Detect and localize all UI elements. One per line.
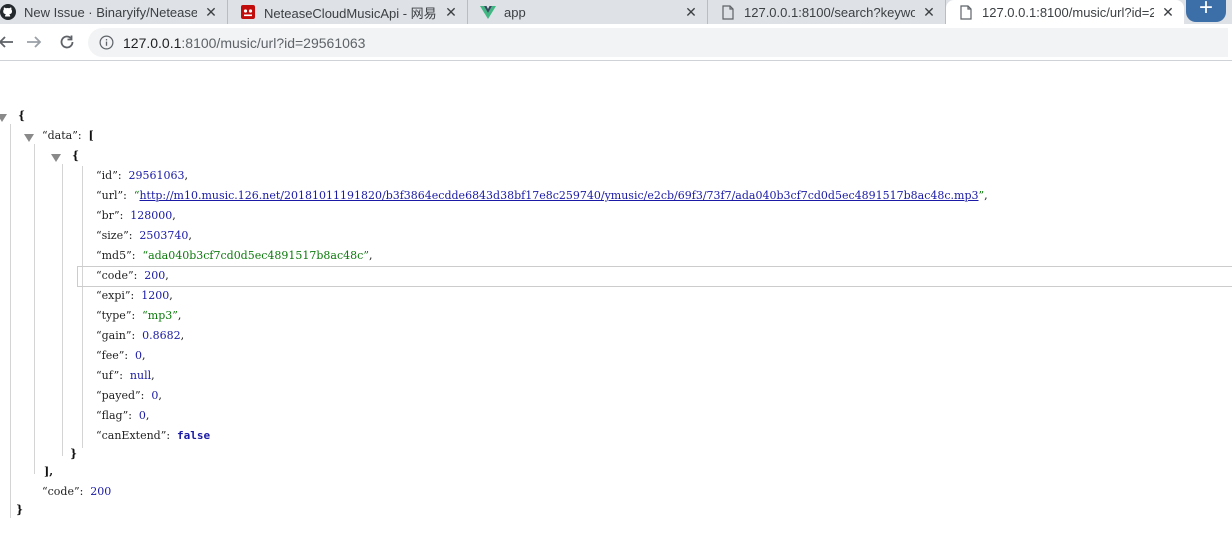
json-value: ada040b3cf7cd0d5ec4891517b8ac48c — [148, 249, 364, 262]
page-icon — [720, 4, 736, 20]
back-arrow-icon — [0, 36, 13, 48]
root-close-brace: } — [16, 503, 24, 516]
github-icon — [0, 4, 16, 20]
json-row-type: “type”: “mp3”, — [96, 309, 182, 322]
address-host: 127.0.0.1 — [123, 34, 182, 51]
hover-row-highlight — [77, 266, 1232, 287]
tab-title: 127.0.0.1:8100/music/url?id=29561063 — [982, 4, 1154, 20]
json-value: 200 — [144, 269, 166, 282]
reload-button[interactable] — [57, 32, 77, 52]
json-key: flag — [101, 409, 123, 422]
toolbar: 127.0.0.1:8100/music/url?id=29561063 — [0, 24, 1232, 61]
json-key: code — [47, 485, 74, 498]
indent-guide — [62, 164, 63, 456]
tab-title: New Issue · Binaryify/NeteaseCloudMusicA… — [24, 4, 197, 20]
json-key: md5 — [101, 249, 127, 262]
back-button[interactable] — [0, 32, 16, 52]
item-open-brace: { — [72, 149, 80, 162]
item-close-brace: } — [70, 447, 78, 460]
json-row-id: “id”: 29561063, — [96, 169, 189, 182]
json-value: 29561063 — [128, 169, 185, 182]
address-bar[interactable]: 127.0.0.1:8100/music/url?id=29561063 — [88, 28, 1228, 57]
json-key: code — [101, 269, 128, 282]
json-row-flag: “flag”: 0, — [96, 409, 150, 422]
json-key: type — [101, 309, 126, 322]
json-key: size — [101, 229, 124, 242]
json-key: canExtend — [101, 429, 161, 442]
json-value: 200 — [90, 485, 112, 498]
json-row-data: “data”: [ — [42, 129, 94, 142]
json-value: mp3 — [147, 309, 173, 322]
collapse-toggle[interactable] — [51, 154, 61, 162]
tab-netease-api[interactable]: NeteaseCloudMusicApi - 网易云音乐 ✕ — [228, 0, 468, 24]
json-row-url: “url”: “http://m10.music.126.net/2018101… — [96, 189, 988, 202]
tab-search[interactable]: 127.0.0.1:8100/search?keywords ✕ — [708, 0, 946, 24]
json-key: gain — [101, 329, 126, 342]
json-row-expi: “expi”: 1200, — [96, 289, 173, 302]
vue-icon — [480, 4, 496, 20]
json-key: uf — [101, 369, 114, 382]
json-row-fee: “fee”: 0, — [96, 349, 146, 362]
info-icon[interactable] — [98, 35, 114, 51]
tab-title: 127.0.0.1:8100/search?keywords — [744, 4, 915, 20]
json-value: 0 — [138, 409, 146, 422]
tab-title: NeteaseCloudMusicApi - 网易云音乐 — [264, 5, 437, 21]
json-value: false — [177, 429, 211, 442]
tab-strip: New Issue · Binaryify/NeteaseCloudMusicA… — [0, 0, 1232, 24]
close-icon[interactable]: ✕ — [203, 4, 219, 20]
indent-guide — [34, 144, 35, 474]
indent-guide — [10, 124, 11, 518]
address-text: 127.0.0.1:8100/music/url?id=29561063 — [123, 35, 365, 51]
url-link[interactable]: http://m10.music.126.net/20181011191820/… — [139, 189, 978, 202]
json-key: payed — [101, 389, 135, 402]
json-value: 1200 — [141, 289, 170, 302]
root-open-brace: { — [18, 109, 26, 122]
indent-guide — [82, 166, 83, 448]
json-row-payed: “payed”: 0, — [96, 389, 162, 402]
json-value: 128000 — [130, 209, 173, 222]
address-path: :8100/music/url?id=29561063 — [181, 34, 366, 51]
json-row-code: “code”: 200, — [96, 269, 169, 282]
json-value: 2503740 — [139, 229, 189, 242]
reload-icon — [60, 35, 74, 49]
close-icon[interactable]: ✕ — [683, 4, 699, 20]
tab-music-url[interactable]: 127.0.0.1:8100/music/url?id=29561063 ✕ — [946, 0, 1184, 24]
page-icon — [958, 4, 974, 20]
json-key: data — [47, 129, 73, 142]
json-key: br — [101, 209, 114, 222]
json-key: expi — [101, 289, 125, 302]
close-icon[interactable]: ✕ — [1160, 4, 1176, 20]
json-viewer: { “data”: [ { “id”: 29561063, “url”: “ht… — [0, 62, 1232, 536]
json-key: url — [101, 189, 118, 202]
forward-arrow-icon — [27, 36, 42, 48]
json-row-br: “br”: 128000, — [96, 209, 176, 222]
tab-app[interactable]: app ✕ — [468, 0, 708, 24]
json-row-md5: “md5”: “ada040b3cf7cd0d5ec4891517b8ac48c… — [96, 249, 373, 262]
netease-icon — [240, 4, 256, 20]
json-value: 0.8682 — [142, 329, 181, 342]
forward-button[interactable] — [24, 32, 44, 52]
array-close-bracket: ], — [44, 465, 54, 478]
close-icon[interactable]: ✕ — [443, 4, 459, 20]
tab-new-issue[interactable]: New Issue · Binaryify/NeteaseCloudMusicA… — [0, 0, 228, 24]
json-value: null — [129, 369, 152, 382]
collapse-toggle[interactable] — [24, 134, 34, 142]
json-row-gain: “gain”: 0.8682, — [96, 329, 185, 342]
json-row-root-code: “code”: 200 — [42, 485, 112, 498]
collapse-toggle[interactable] — [0, 114, 7, 122]
json-key: id — [101, 169, 113, 182]
json-row-uf: “uf”: null, — [96, 369, 155, 382]
json-key: fee — [101, 349, 119, 362]
close-icon[interactable]: ✕ — [921, 4, 937, 20]
json-row-canExtend: “canExtend”: false — [96, 429, 211, 442]
new-tab-button[interactable]: + — [1186, 0, 1226, 22]
json-value: 0 — [135, 349, 143, 362]
tab-title: app — [504, 4, 526, 20]
json-row-size: “size”: 2503740, — [96, 229, 192, 242]
